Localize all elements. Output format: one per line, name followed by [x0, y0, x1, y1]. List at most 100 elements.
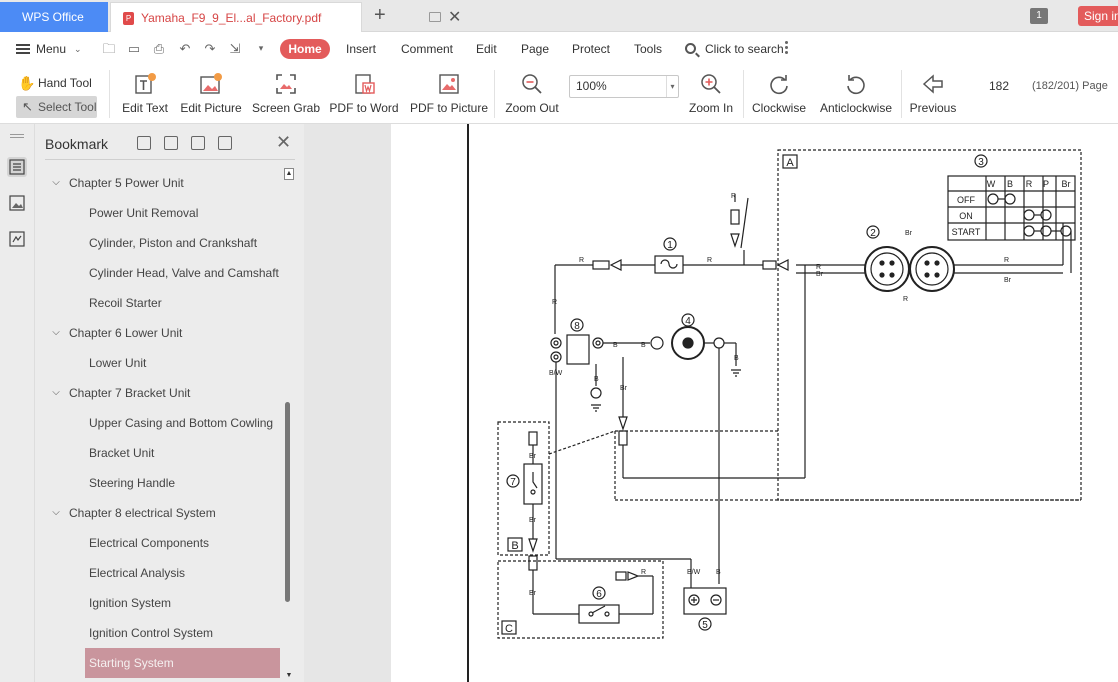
scrollbar-thumb[interactable]: [285, 402, 290, 602]
tab-protect[interactable]: Protect: [572, 32, 610, 66]
bookmark-item[interactable]: Power Unit Removal: [89, 198, 198, 228]
previous-page-button[interactable]: Previous: [906, 66, 960, 124]
rotate-anticlockwise-button[interactable]: Anticlockwise: [818, 66, 894, 124]
chevron-down-icon[interactable]: ⌵: [49, 498, 63, 528]
bookmark-options-icon[interactable]: [218, 136, 232, 150]
edit-text-button[interactable]: Edit Text: [118, 66, 172, 124]
save-icon[interactable]: ▭: [127, 42, 141, 55]
wire-label: Br: [529, 590, 537, 597]
add-bookmark-icon[interactable]: [137, 136, 151, 150]
bookmark-item[interactable]: Electrical Components: [89, 528, 209, 558]
undo-icon[interactable]: ↶: [178, 42, 192, 55]
tab-edit[interactable]: Edit: [476, 32, 497, 66]
bookmark-item[interactable]: Ignition Control System: [89, 618, 213, 648]
pdf-to-word-label: PDF to Word: [329, 101, 399, 115]
chevron-down-icon[interactable]: ▾: [666, 76, 678, 97]
thumbnail-panel-button[interactable]: [7, 193, 27, 213]
switch-col-w: W: [987, 179, 996, 189]
document-tab[interactable]: P Yamaha_F9_9_El...al_Factory.pdf ✕: [110, 2, 461, 32]
document-viewport[interactable]: A B C 3 W B R P Br OFF ON START 2 Br R R…: [304, 124, 1118, 682]
menu-button[interactable]: Menu: [36, 32, 66, 66]
pdf-to-picture-button[interactable]: PDF to Picture: [410, 66, 488, 124]
expand-all-icon[interactable]: [164, 136, 178, 150]
bookmark-label: Chapter 5 Power Unit: [69, 176, 184, 190]
bookmark-chapter[interactable]: ⌵ Chapter 7 Bracket Unit: [52, 378, 191, 408]
more-options-icon[interactable]: [785, 41, 788, 55]
window-count-badge[interactable]: 1: [1030, 8, 1048, 24]
tab-comment[interactable]: Comment: [401, 32, 453, 66]
bookmark-item[interactable]: Lower Unit: [89, 348, 146, 378]
bookmark-item[interactable]: Upper Casing and Bottom Cowling: [89, 408, 273, 438]
float-window-icon[interactable]: [429, 12, 441, 22]
separator: [743, 70, 744, 118]
close-icon[interactable]: ✕: [276, 132, 291, 152]
select-tool-button[interactable]: ↖ Select Tool: [16, 96, 97, 118]
bookmark-item[interactable]: Steering Handle: [89, 468, 175, 498]
edit-picture-button[interactable]: Edit Picture: [179, 66, 243, 124]
switch-col-br: Br: [1062, 179, 1071, 189]
zoom-in-button[interactable]: Zoom In: [684, 66, 738, 124]
redo-icon[interactable]: ↷: [203, 42, 217, 55]
scroll-down-arrow[interactable]: ▼: [284, 672, 294, 682]
open-folder-icon[interactable]: 🗀: [102, 42, 116, 55]
pdf-to-picture-icon: [439, 74, 459, 94]
clockwise-label: Clockwise: [751, 101, 806, 115]
bookmark-item[interactable]: Ignition System: [89, 588, 171, 618]
print-icon[interactable]: ⎙: [152, 42, 166, 55]
wps-office-tab[interactable]: WPS Office: [0, 2, 108, 32]
bookmark-chapter[interactable]: ⌵ Chapter 8 electrical System: [52, 498, 216, 528]
zoom-out-button[interactable]: Zoom Out: [500, 66, 564, 124]
tab-page[interactable]: Page: [521, 32, 549, 66]
switch-row-off: OFF: [957, 195, 975, 205]
bookmark-chapter[interactable]: ⌵ Chapter 6 Lower Unit: [52, 318, 182, 348]
search-icon[interactable]: [685, 43, 696, 54]
chevron-down-icon[interactable]: ⌄: [74, 32, 82, 66]
pdf-to-word-button[interactable]: PDF to Word: [328, 66, 400, 124]
bookmark-label: Chapter 7 Bracket Unit: [69, 386, 191, 400]
bookmark-chapter[interactable]: ⌵ Chapter 5 Power Unit: [52, 168, 184, 198]
export-icon[interactable]: ⇲: [228, 42, 242, 55]
bookmark-label: Cylinder, Piston and Crankshaft: [89, 236, 258, 250]
annotation-panel-button[interactable]: [7, 229, 27, 249]
search-field[interactable]: Click to search: [705, 32, 784, 66]
hamburger-menu-icon[interactable]: [16, 44, 30, 54]
wire-label: B: [594, 376, 599, 383]
chevron-down-icon[interactable]: ⌵: [49, 378, 63, 408]
screen-grab-button[interactable]: Screen Grab: [252, 66, 320, 124]
zoom-in-icon: [701, 74, 721, 94]
tab-home[interactable]: Home: [280, 39, 330, 59]
rotate-clockwise-button[interactable]: Clockwise: [750, 66, 808, 124]
previous-label: Previous: [909, 101, 957, 115]
bookmark-item[interactable]: Bracket Unit: [89, 438, 154, 468]
close-tab-icon[interactable]: ✕: [448, 8, 461, 28]
component-number: 6: [596, 589, 602, 600]
bookmark-item[interactable]: Cylinder, Piston and Crankshaft: [89, 228, 257, 258]
page-number-input[interactable]: 182: [970, 75, 1028, 97]
bookmark-item[interactable]: Cylinder Head, Valve and Camshaft: [89, 258, 279, 288]
wire-label: Br: [1004, 277, 1012, 284]
sign-in-button[interactable]: Sign in: [1078, 6, 1118, 26]
bookmark-panel: Bookmark ✕ ⌵ Chapter 5 Power Unit Power U…: [35, 124, 304, 682]
anticlockwise-label: Anticlockwise: [819, 101, 893, 115]
bookmark-item[interactable]: Electrical Analysis: [89, 558, 185, 588]
new-tab-icon[interactable]: +: [374, 4, 386, 26]
tab-insert[interactable]: Insert: [346, 32, 376, 66]
scroll-up-arrow[interactable]: ▲: [284, 168, 294, 180]
left-nav-rail: [0, 124, 35, 682]
box-c-label: C: [505, 623, 513, 635]
collapse-handle-icon[interactable]: [10, 134, 24, 138]
chevron-down-icon[interactable]: ⌵: [49, 318, 63, 348]
customize-dropdown-icon[interactable]: ▾: [254, 42, 268, 55]
chevron-down-icon[interactable]: ⌵: [49, 168, 63, 198]
hand-tool-button[interactable]: ✋ Hand Tool: [16, 72, 92, 94]
collapse-all-icon[interactable]: [191, 136, 205, 150]
edit-text-icon: [135, 73, 156, 94]
bookmark-panel-button[interactable]: [7, 157, 27, 177]
zoom-out-label: Zoom Out: [505, 101, 559, 115]
bookmark-item-selected[interactable]: Starting System: [85, 648, 280, 678]
tab-tools[interactable]: Tools: [634, 32, 662, 66]
zoom-level-select[interactable]: 100% ▾: [569, 75, 679, 98]
document-tab-title: Yamaha_F9_9_El...al_Factory.pdf: [141, 11, 322, 25]
bookmark-item[interactable]: Recoil Starter: [89, 288, 162, 318]
bookmark-label: Bracket Unit: [89, 446, 155, 460]
